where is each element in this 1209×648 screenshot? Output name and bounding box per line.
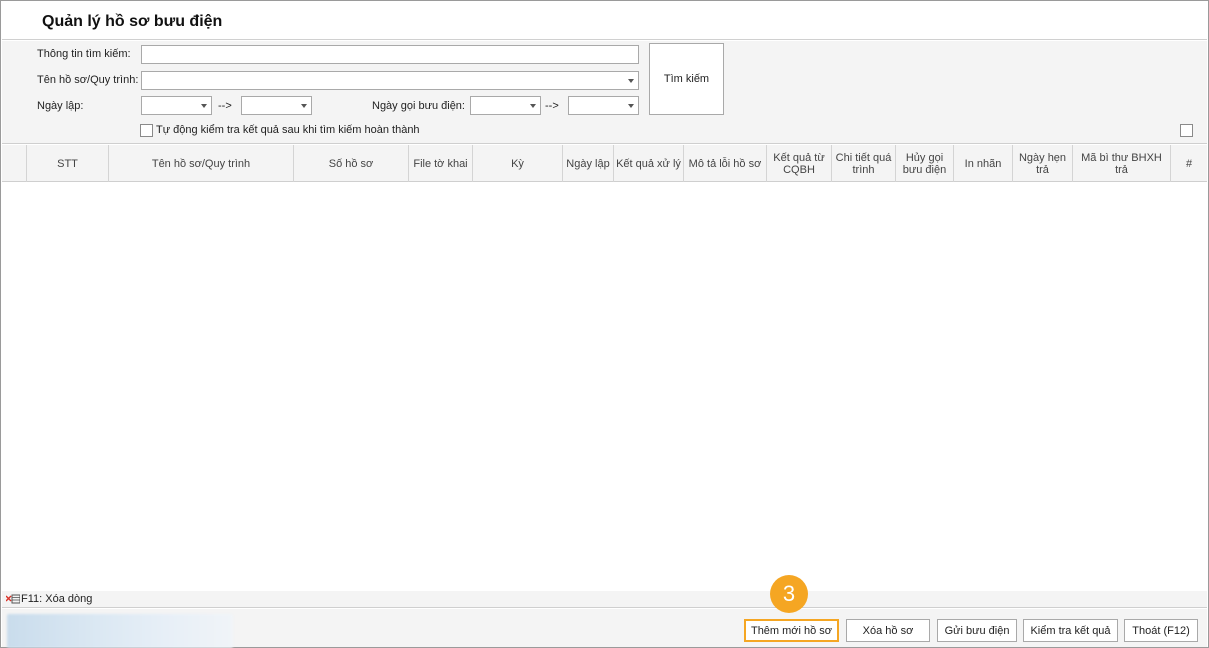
date-range-arrow: --> [218,100,232,112]
column-header[interactable]: Mô tả lỗi hồ sơ [684,145,767,182]
column-header[interactable]: Số hồ sơ [294,145,409,182]
column-header[interactable]: Ngày lập [563,145,614,182]
chevron-down-icon [628,79,634,83]
column-header[interactable]: File tờ khai [409,145,473,182]
post-date-to[interactable] [568,96,639,115]
delete-row-icon [6,594,20,604]
post-date-label: Ngày gọi bưu điện: [372,100,465,112]
profiles-grid: STT Tên hồ sơ/Quy trình Số hồ sơ File tờ… [2,145,1207,591]
search-button[interactable]: Tìm kiếm [649,43,724,115]
main-window: Quản lý hồ sơ bưu điện Thông tin tìm kiế… [0,0,1209,648]
created-date-to[interactable] [241,96,312,115]
post-date-range-arrow: --> [545,100,559,112]
chevron-down-icon [628,104,634,108]
title-bar: Quản lý hồ sơ bưu điện [2,2,1207,40]
column-header[interactable]: Tên hồ sơ/Quy trình [109,145,294,182]
created-date-from[interactable] [141,96,212,115]
delete-row-hint: F11: Xóa dòng [21,593,93,605]
exit-button[interactable]: Thoát (F12) [1124,619,1198,642]
page-title: Quản lý hồ sơ bưu điện [42,13,223,30]
chevron-down-icon [301,104,307,108]
post-date-from[interactable] [470,96,541,115]
send-post-button[interactable]: Gửi bưu điện [937,619,1017,642]
profile-name-label: Tên hồ sơ/Quy trình: [37,74,139,86]
column-header[interactable]: In nhãn [954,145,1013,182]
blurred-region [7,614,233,648]
column-header[interactable]: Ngày hẹn trả [1013,145,1073,182]
footer-toolbar: Thêm mới hồ sơ Xóa hồ sơ Gửi bưu điện Ki… [2,609,1207,648]
grid-header: STT Tên hồ sơ/Quy trình Số hồ sơ File tờ… [2,145,1207,182]
column-header[interactable]: STT [27,145,109,182]
created-date-label: Ngày lập: [37,100,84,112]
auto-check-checkbox[interactable] [140,124,153,137]
column-header[interactable]: Kỳ [473,145,563,182]
column-header[interactable]: Hủy gọi bưu điện [896,145,954,182]
column-header[interactable]: Chi tiết quá trình [832,145,896,182]
delete-profile-button[interactable]: Xóa hồ sơ [846,619,930,642]
add-profile-button[interactable]: Thêm mới hồ sơ [744,619,839,642]
auto-check-label: Tự động kiểm tra kết quả sau khi tìm kiế… [156,124,420,136]
status-bar: F11: Xóa dòng [2,591,1207,608]
column-header[interactable]: # [1171,145,1207,182]
check-result-button[interactable]: Kiểm tra kết quả [1023,619,1118,642]
select-all-checkbox[interactable] [1180,124,1193,137]
chevron-down-icon [530,104,536,108]
profile-name-combo[interactable] [141,71,639,90]
column-header[interactable]: Kết quả xử lý [614,145,684,182]
step-badge: 3 [770,575,808,613]
search-info-label: Thông tin tìm kiếm: [37,48,131,60]
row-indicator-header [2,145,27,182]
column-header[interactable]: Kết quả từ CQBH [767,145,832,182]
search-info-input[interactable] [141,45,639,64]
column-header[interactable]: Mã bì thư BHXH trả [1073,145,1171,182]
search-panel: Thông tin tìm kiếm: Tên hồ sơ/Quy trình:… [2,41,1207,144]
chevron-down-icon [201,104,207,108]
